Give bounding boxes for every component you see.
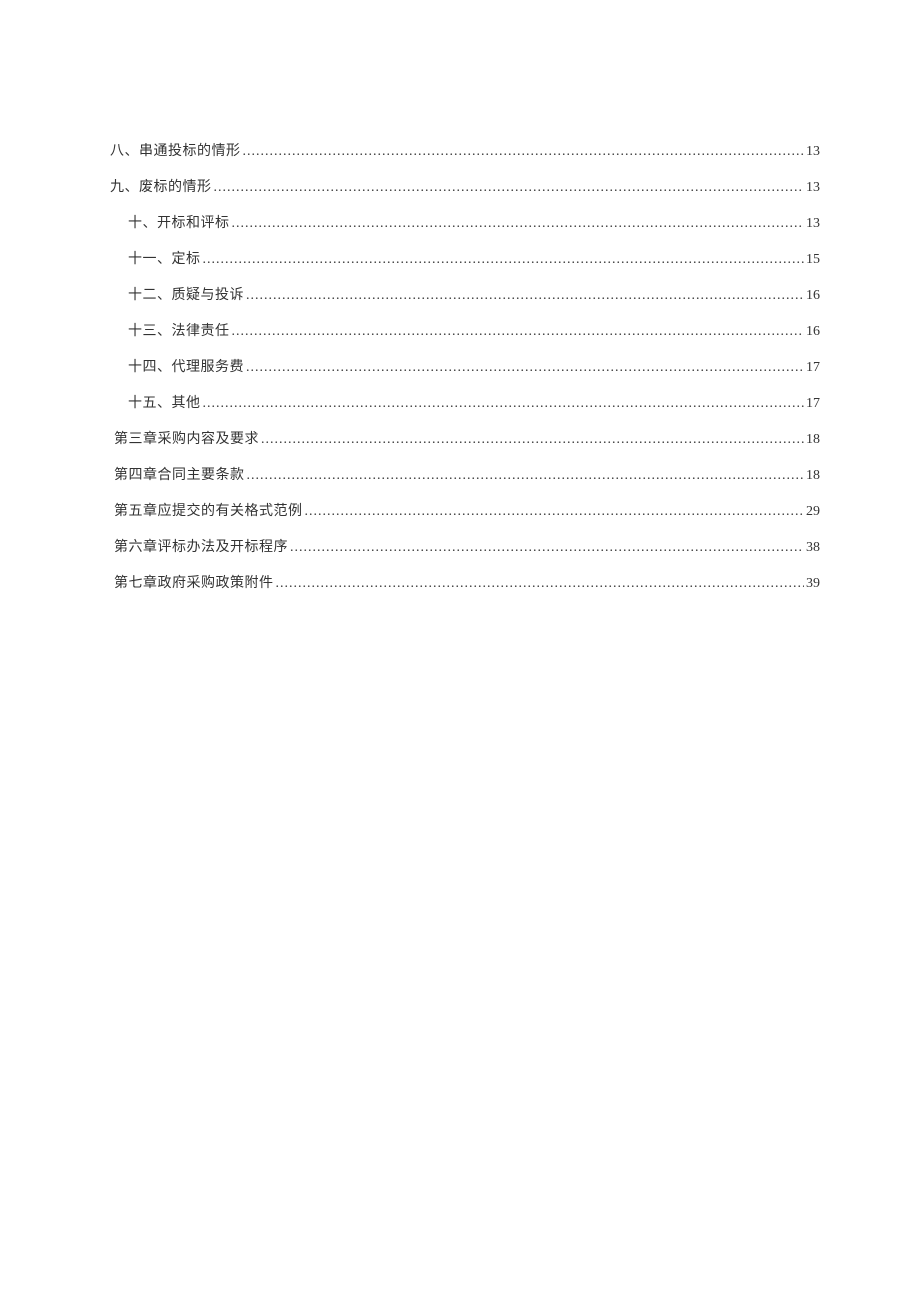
toc-leader [230, 324, 805, 340]
toc-entry: 九、废标的情形 13 [110, 176, 820, 196]
toc-title: 第三章采购内容及要求 [114, 428, 259, 448]
toc-page: 17 [804, 396, 820, 412]
toc-title: 十五、其他 [128, 392, 201, 412]
toc-title: 第六章评标办法及开标程序 [114, 536, 288, 556]
toc-entry: 十五、其他 17 [110, 392, 820, 412]
toc-leader [259, 432, 804, 448]
toc-leader [288, 540, 804, 556]
toc-page: 16 [804, 324, 820, 340]
toc-entry: 十四、代理服务费 17 [110, 356, 820, 376]
toc-leader [230, 216, 805, 232]
toc-page: 29 [804, 504, 820, 520]
toc-page: 13 [804, 144, 820, 160]
toc-leader [274, 576, 805, 592]
toc-page: 39 [804, 576, 820, 592]
toc-entry: 第四章合同主要条款 18 [110, 464, 820, 484]
toc-page: 18 [804, 432, 820, 448]
toc-title: 八、串通投标的情形 [110, 140, 241, 160]
toc-title: 九、废标的情形 [110, 176, 212, 196]
toc-entry: 第三章采购内容及要求 18 [110, 428, 820, 448]
toc-title: 十四、代理服务费 [128, 356, 244, 376]
toc-entry: 十一、定标 15 [110, 248, 820, 268]
toc-page: 13 [804, 216, 820, 232]
toc-title: 第四章合同主要条款 [114, 464, 245, 484]
toc-title: 第七章政府采购政策附件 [114, 572, 274, 592]
toc-title: 第五章应提交的有关格式范例 [114, 500, 303, 520]
toc-entry: 十二、质疑与投诉 16 [110, 284, 820, 304]
toc-entry: 第六章评标办法及开标程序 38 [110, 536, 820, 556]
toc-title: 十一、定标 [128, 248, 201, 268]
toc-page: 16 [804, 288, 820, 304]
toc-page: 38 [804, 540, 820, 556]
toc-entry: 第五章应提交的有关格式范例 29 [110, 500, 820, 520]
toc-entry: 第七章政府采购政策附件 39 [110, 572, 820, 592]
toc-title: 十、开标和评标 [128, 212, 230, 232]
toc-leader [201, 252, 805, 268]
toc-page: 17 [804, 360, 820, 376]
toc-leader [241, 144, 805, 160]
toc-title: 十三、法律责任 [128, 320, 230, 340]
toc-title: 十二、质疑与投诉 [128, 284, 244, 304]
toc-leader [201, 396, 805, 412]
toc-page: 18 [804, 468, 820, 484]
toc-leader [303, 504, 805, 520]
table-of-contents: 八、串通投标的情形 13 九、废标的情形 13 十、开标和评标 13 十一、定标… [110, 140, 820, 592]
toc-leader [212, 180, 805, 196]
toc-entry: 十、开标和评标 13 [110, 212, 820, 232]
toc-leader [244, 288, 804, 304]
toc-leader [244, 360, 804, 376]
toc-page: 13 [804, 180, 820, 196]
toc-leader [245, 468, 805, 484]
toc-entry: 八、串通投标的情形 13 [110, 140, 820, 160]
toc-page: 15 [804, 252, 820, 268]
toc-entry: 十三、法律责任 16 [110, 320, 820, 340]
